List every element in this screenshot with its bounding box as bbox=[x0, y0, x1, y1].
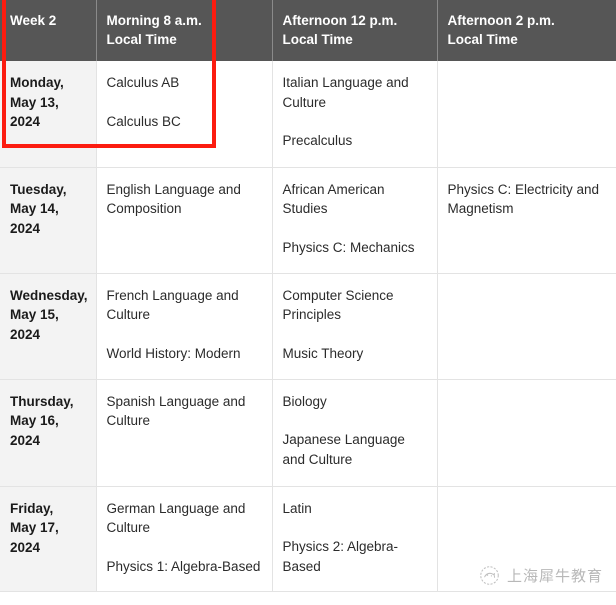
header-line-2: Local Time bbox=[282, 32, 353, 47]
cell-afternoon-2pm bbox=[437, 379, 616, 487]
table-row: Tuesday, May 14, 2024 English Language a… bbox=[0, 167, 616, 274]
exam-name: Physics C: Electricity and Magnetism bbox=[447, 181, 600, 217]
cell-morning-8am: Calculus AB Calculus BC bbox=[96, 61, 273, 168]
date-monthday: May 17, bbox=[10, 520, 59, 535]
ap-exam-schedule-table: Week 2 Morning 8 a.m. Local Time Afterno… bbox=[0, 0, 616, 592]
date-monthday: May 13, bbox=[10, 94, 59, 110]
exam-name: Precalculus bbox=[282, 133, 353, 148]
date-year: 2024 bbox=[10, 432, 41, 448]
date-weekday: Tuesday, bbox=[10, 181, 67, 197]
date-weekday: Monday, bbox=[10, 75, 64, 90]
cell-afternoon-2pm bbox=[437, 61, 616, 168]
date-year: 2024 bbox=[10, 539, 41, 555]
exam-name: Calculus BC bbox=[106, 113, 181, 129]
table-header: Week 2 Morning 8 a.m. Local Time Afterno… bbox=[0, 0, 616, 61]
cell-afternoon-12pm: Italian Language and Culture Precalculus bbox=[272, 61, 438, 168]
header-row: Week 2 Morning 8 a.m. Local Time Afterno… bbox=[0, 0, 616, 61]
date-weekday: Thursday, bbox=[10, 393, 74, 409]
exam-name: World History: Modern bbox=[106, 345, 241, 361]
column-header-afternoon-2pm: Afternoon 2 p.m. Local Time bbox=[437, 0, 616, 61]
cell-morning-8am: English Language and Composition bbox=[96, 167, 273, 274]
header-line-1: Morning 8 a.m. bbox=[106, 13, 202, 28]
column-header-afternoon-12pm: Afternoon 12 p.m. Local Time bbox=[272, 0, 438, 61]
cell-afternoon-12pm: Latin Physics 2: Algebra-Based bbox=[272, 486, 438, 592]
watermark-text: 上海犀牛教育 bbox=[506, 567, 603, 585]
exam-name: Latin bbox=[282, 500, 312, 516]
cell-afternoon-2pm: Physics C: Electricity and Magnetism bbox=[437, 167, 616, 274]
table-row: Thursday, May 16, 2024 Spanish Language … bbox=[0, 379, 616, 487]
exam-name: Italian Language and Culture bbox=[282, 75, 409, 110]
column-header-morning-8am: Morning 8 a.m. Local Time bbox=[96, 0, 273, 61]
exam-name: English Language and Composition bbox=[106, 181, 241, 217]
table-row: Monday, May 13, 2024 Calculus AB Calculu… bbox=[0, 61, 616, 168]
date-year: 2024 bbox=[10, 326, 41, 342]
row-date-cell: Tuesday, May 14, 2024 bbox=[0, 167, 97, 274]
cell-morning-8am: German Language and Culture Physics 1: A… bbox=[96, 486, 273, 592]
row-date-cell: Friday, May 17, 2024 bbox=[0, 486, 97, 592]
exam-name: Computer Science Principles bbox=[282, 287, 394, 323]
exam-name: Calculus AB bbox=[106, 75, 180, 90]
exam-name: Music Theory bbox=[282, 345, 364, 361]
exam-name: African American Studies bbox=[282, 181, 385, 217]
cell-afternoon-12pm: Biology Japanese Language and Culture bbox=[272, 379, 438, 487]
exam-name: Spanish Language and Culture bbox=[106, 393, 246, 429]
exam-name: Biology bbox=[282, 393, 327, 409]
exam-name: French Language and Culture bbox=[106, 287, 239, 323]
cell-morning-8am: French Language and Culture World Histor… bbox=[96, 273, 273, 380]
table-row: Wednesday, May 15, 2024 French Language … bbox=[0, 273, 616, 380]
cell-afternoon-12pm: Computer Science Principles Music Theory bbox=[272, 273, 438, 380]
date-weekday: Wednesday, bbox=[10, 287, 88, 303]
date-monthday: May 15, bbox=[10, 307, 59, 322]
date-monthday: May 16, bbox=[10, 413, 59, 428]
cell-afternoon-2pm bbox=[437, 273, 616, 380]
exam-name: Physics 1: Algebra-Based bbox=[106, 558, 261, 574]
exam-name: German Language and Culture bbox=[106, 500, 246, 536]
rhino-circle-logo-icon bbox=[479, 565, 500, 586]
exam-name: Physics 2: Algebra-Based bbox=[282, 539, 399, 574]
header-line-1: Afternoon 2 p.m. bbox=[447, 13, 555, 28]
header-line-2: Local Time bbox=[106, 32, 177, 47]
row-date-cell: Monday, May 13, 2024 bbox=[0, 61, 97, 168]
date-monthday: May 14, bbox=[10, 201, 59, 216]
table-body: Monday, May 13, 2024 Calculus AB Calculu… bbox=[0, 61, 616, 592]
row-date-cell: Thursday, May 16, 2024 bbox=[0, 379, 97, 487]
ap-exam-schedule-container: Week 2 Morning 8 a.m. Local Time Afterno… bbox=[0, 0, 616, 605]
cell-afternoon-12pm: African American Studies Physics C: Mech… bbox=[272, 167, 438, 274]
header-line-2: Local Time bbox=[447, 32, 518, 47]
exam-name: Japanese Language and Culture bbox=[282, 432, 405, 467]
header-line-1: Week 2 bbox=[10, 13, 57, 28]
date-weekday: Friday, bbox=[10, 500, 54, 516]
cell-morning-8am: Spanish Language and Culture bbox=[96, 379, 273, 487]
row-date-cell: Wednesday, May 15, 2024 bbox=[0, 273, 97, 380]
column-header-week: Week 2 bbox=[0, 0, 97, 61]
watermark: 上海犀牛教育 bbox=[479, 565, 603, 586]
date-year: 2024 bbox=[10, 114, 41, 129]
exam-name: Physics C: Mechanics bbox=[282, 239, 415, 255]
date-year: 2024 bbox=[10, 220, 41, 236]
header-line-1: Afternoon 12 p.m. bbox=[282, 13, 398, 28]
